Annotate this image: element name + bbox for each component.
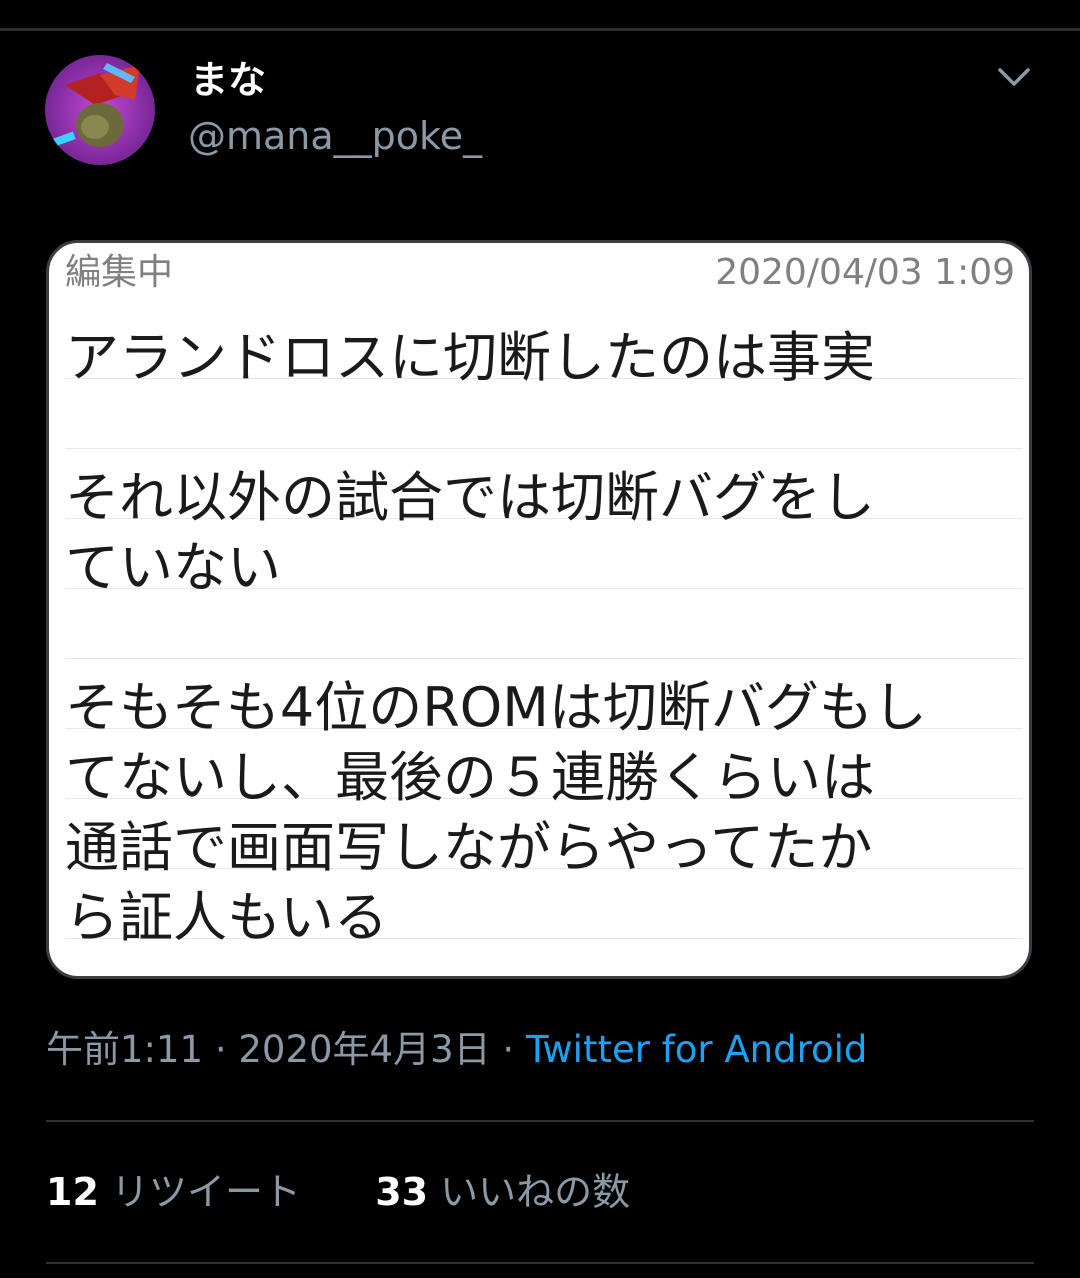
note-line: ていない	[65, 536, 281, 599]
tweet-date[interactable]: 2020年4月3日	[238, 1028, 490, 1071]
retweets-stat[interactable]: 12 リツイート	[46, 1170, 301, 1214]
avatar-image	[45, 55, 155, 165]
chevron-down-icon[interactable]	[994, 60, 1034, 96]
note-status: 編集中	[65, 252, 174, 293]
stats-divider-top	[46, 1120, 1034, 1122]
tweet-stats: 12 リツイート 33 いいねの数	[46, 1168, 630, 1216]
likes-count: 33	[375, 1170, 429, 1214]
tweet-time[interactable]: 午前1:11	[46, 1028, 203, 1071]
note-date: 2020/04/03 1:09	[715, 252, 1015, 293]
meta-separator: ·	[502, 1028, 515, 1071]
note-line: 通話で画面写しながらやってたか	[65, 816, 873, 879]
display-name[interactable]: まな	[190, 56, 266, 104]
attached-note-image[interactable]: 編集中 2020/04/03 1:09 アランドロスに切断したのは事実 それ以外…	[46, 240, 1032, 979]
retweets-label: リツイート	[110, 1170, 301, 1214]
note-line: ら証人もいる	[65, 886, 388, 949]
tweet-meta: 午前1:11 · 2020年4月3日 · Twitter for Android	[46, 1026, 867, 1074]
user-handle[interactable]: @mana__poke_	[188, 112, 482, 160]
note-rule	[65, 658, 1023, 659]
avatar[interactable]	[45, 55, 155, 165]
note-line: アランドロスに切断したのは事実	[65, 326, 875, 389]
note-line: それ以外の試合では切断バグをし	[65, 466, 875, 529]
tweet-source-link[interactable]: Twitter for Android	[526, 1028, 867, 1071]
retweets-count: 12	[46, 1170, 99, 1214]
note-rule	[65, 448, 1023, 449]
likes-stat[interactable]: 33 いいねの数	[375, 1170, 630, 1214]
meta-separator: ·	[214, 1028, 227, 1071]
note-line: そもそも4位のROMは切断バグもし	[65, 676, 927, 739]
top-divider	[0, 28, 1080, 31]
likes-label: いいねの数	[440, 1170, 631, 1214]
stats-divider-bottom	[46, 1262, 1034, 1264]
note-line: てないし、最後の５連勝くらいは	[65, 746, 875, 809]
